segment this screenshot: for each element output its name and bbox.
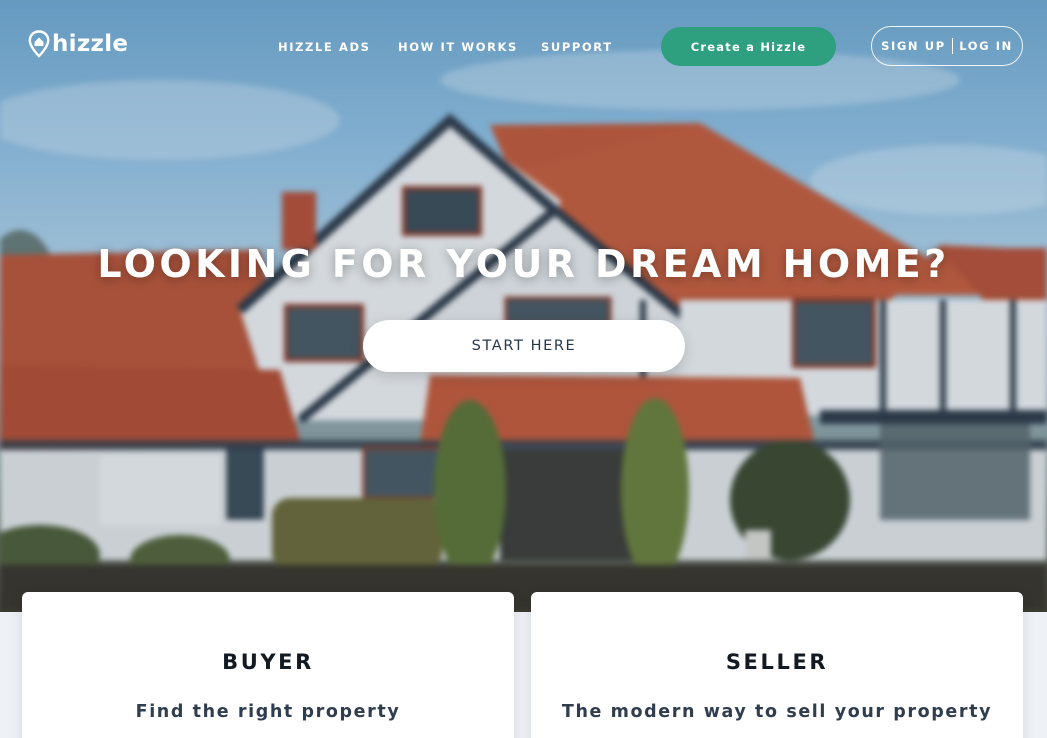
auth-divider — [951, 38, 954, 54]
logo-text: hizzle — [52, 31, 129, 57]
sign-up-link[interactable]: SIGN UP — [881, 39, 946, 53]
buyer-card[interactable]: BUYER Find the right property — [22, 592, 514, 738]
seller-card-subtitle: The modern way to sell your property — [561, 702, 993, 722]
seller-card-title: SELLER — [725, 650, 829, 674]
seller-card[interactable]: SELLER The modern way to sell your prope… — [531, 592, 1023, 738]
nav-link-hizzle-ads[interactable]: HIZZLE ADS — [278, 40, 371, 54]
hizzle-logo[interactable]: hizzle — [28, 30, 128, 58]
nav-link-how-it-works[interactable]: HOW IT WORKS — [398, 40, 518, 54]
start-here-button[interactable]: START HERE — [363, 320, 685, 372]
create-hizzle-button[interactable]: Create a Hizzle — [661, 27, 836, 66]
buyer-card-title: BUYER — [222, 650, 314, 674]
hero-section — [0, 0, 1047, 612]
buyer-card-subtitle: Find the right property — [135, 702, 401, 722]
auth-button-group: SIGN UP LOG IN — [871, 26, 1023, 66]
hero-overlay — [0, 0, 1047, 612]
log-in-link[interactable]: LOG IN — [959, 39, 1013, 53]
nav-link-support[interactable]: SUPPORT — [541, 40, 613, 54]
location-pin-icon — [28, 30, 50, 58]
hero-headline: LOOKING FOR YOUR DREAM HOME? — [97, 242, 950, 286]
